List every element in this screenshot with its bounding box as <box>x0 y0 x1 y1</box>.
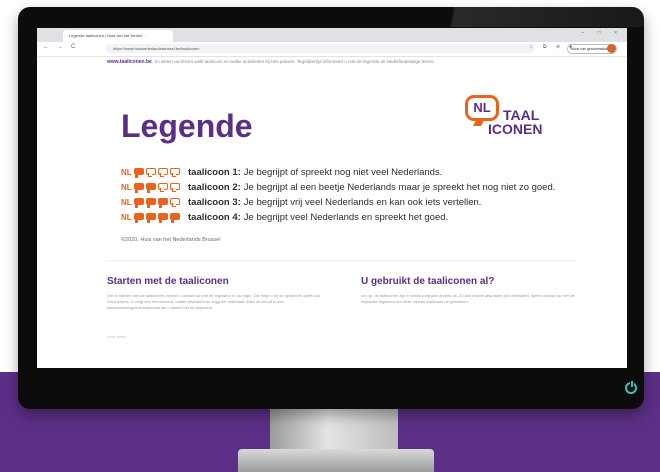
browser-screen: Legende taaliconen | Huis van het Nederl… <box>37 28 627 368</box>
copyright-text: ©2020, Huis van het Nederlands Brussel <box>121 237 221 243</box>
back-icon[interactable]: ← <box>43 44 49 50</box>
speech-bubble-empty-icon <box>158 168 168 177</box>
intro-text: www.taaliconen.be. Zo weten uw lezers we… <box>107 59 577 65</box>
browser-tab-bar: Legende taaliconen | Huis van het Nederl… <box>37 28 627 42</box>
read-more-link[interactable]: Lees meer... <box>107 334 129 339</box>
speech-bubble-filled-icon <box>134 213 144 223</box>
speech-bubble-empty-icon <box>170 168 180 177</box>
legend-text: Je begrijpt of spreekt nog niet veel Ned… <box>243 167 443 178</box>
speech-bubble-filled-icon <box>134 198 144 208</box>
section-title-gebruikt[interactable]: U gebruikt de taaliconen al? <box>361 276 494 287</box>
speech-bubble-filled-icon <box>134 168 144 178</box>
legend-text: Je begrijpt veel Nederlands en spreekt h… <box>243 212 449 223</box>
divider <box>107 260 577 261</box>
section-text-gebruikt: Let op, de taaliconen zijn er sinds vori… <box>361 293 575 304</box>
legend-list: NL taalicoon 1: Je begrijpt of spreekt n… <box>121 165 601 225</box>
window-controls[interactable]: – □ × <box>582 30 624 36</box>
legend-text: Je begrijpt al een beetje Nederlands maa… <box>243 182 556 193</box>
monitor-stand-neck <box>270 405 398 451</box>
page-title: Legende <box>121 108 253 144</box>
logo-word-iconen: ICONEN <box>488 121 543 137</box>
legend-label: taalicoon 1: <box>188 167 241 178</box>
speech-bubble-filled-icon <box>146 183 156 193</box>
speech-bubbles-icon <box>134 182 182 193</box>
nl-prefix: NL <box>121 213 132 222</box>
logo-bubble: NL <box>465 95 499 121</box>
address-bar[interactable]: https://www.huisnederlandsbrussel.be/taa… <box>105 44 535 53</box>
legend-row-3: NL taalicoon 3: Je begrijpt vrij veel Ne… <box>121 195 601 210</box>
screen-glare <box>348 7 644 27</box>
browser-toolbar: ← → C https://www.huisnederlandsbrussel.… <box>37 42 627 57</box>
speech-bubble-empty-icon <box>170 183 180 192</box>
intro-link[interactable]: www.taaliconen.be <box>107 59 152 65</box>
speech-bubbles-icon <box>134 212 182 223</box>
speech-bubble-empty-icon <box>170 198 180 207</box>
taaliconen-logo: NL TAAL ICONEN <box>465 95 565 145</box>
section-text-starten: Om te starten met de taaliconen, neemt u… <box>107 293 321 310</box>
power-icon[interactable] <box>625 381 637 394</box>
monitor-stand-base <box>238 449 434 472</box>
legend-row-2: NL taalicoon 2: Je begrijpt al een beetj… <box>121 180 601 195</box>
speech-bubble-empty-icon <box>158 183 168 192</box>
speech-bubbles-icon <box>134 197 182 208</box>
legend-row-4: NL taalicoon 4: Je begrijpt veel Nederla… <box>121 210 601 225</box>
speech-bubble-filled-icon <box>134 183 144 193</box>
section-title-starten[interactable]: Starten met de taaliconen <box>107 276 229 287</box>
nl-prefix: NL <box>121 183 132 192</box>
reload-icon[interactable]: C <box>71 44 75 50</box>
speech-bubble-filled-icon <box>170 213 180 223</box>
browser-tab[interactable]: Legende taaliconen | Huis van het Nederl… <box>63 30 173 42</box>
speech-bubble-filled-icon <box>146 198 156 208</box>
nl-prefix: NL <box>121 198 132 207</box>
avatar[interactable] <box>607 44 616 53</box>
forward-icon[interactable]: → <box>57 44 63 50</box>
legend-row-1: NL taalicoon 1: Je begrijpt of spreekt n… <box>121 165 601 180</box>
intro-body: . Zo weten uw lezers welk taalicoon en w… <box>151 59 435 64</box>
legend-label: taalicoon 4: <box>188 212 241 223</box>
speech-bubbles-icon <box>134 167 182 178</box>
legend-label: taalicoon 3: <box>188 197 241 208</box>
nl-prefix: NL <box>121 168 132 177</box>
speech-bubble-filled-icon <box>158 213 168 223</box>
legend-label: taalicoon 2: <box>188 182 241 193</box>
legend-text: Je begrijpt vrij veel Nederlands en kan … <box>243 197 482 208</box>
tab-title: Legende taaliconen | Huis van het Nederl… <box>69 33 146 38</box>
speech-bubble-empty-icon <box>146 168 156 177</box>
speech-bubble-filled-icon <box>146 213 156 223</box>
speech-bubble-filled-icon <box>158 198 168 208</box>
